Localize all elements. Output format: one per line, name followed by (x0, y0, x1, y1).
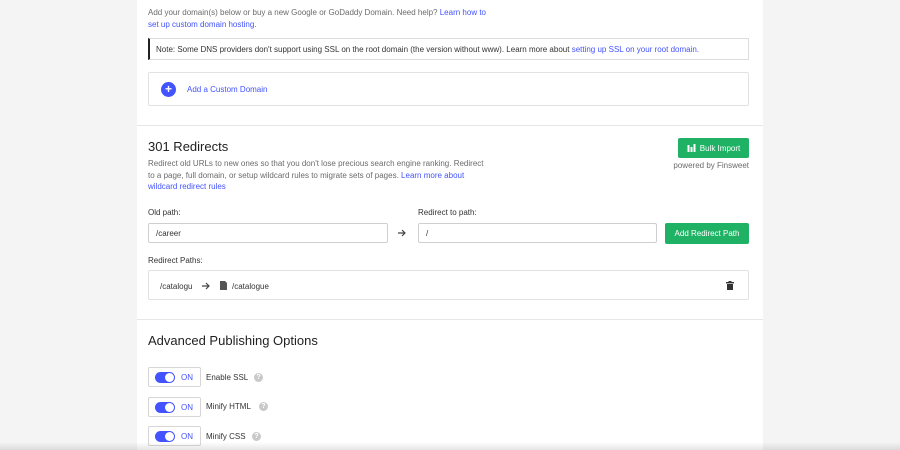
ssl-root-note: Note: Some DNS providers don't support u… (148, 38, 749, 60)
bulk-import-button[interactable]: Bulk Import (678, 138, 749, 158)
old-path-input[interactable]: /career (148, 223, 388, 243)
minify-html-label: Minify HTML (206, 402, 251, 411)
minify-html-toggle[interactable]: ON (148, 397, 201, 417)
toggle-state: ON (181, 403, 193, 412)
section-divider (137, 319, 763, 320)
enable-ssl-label: Enable SSL (206, 373, 249, 382)
toggle-switch[interactable] (155, 431, 175, 442)
arrow-right-icon (202, 282, 210, 290)
trash-icon[interactable] (726, 281, 734, 290)
help-icon[interactable]: ? (254, 373, 263, 382)
wildcard-rules-link-cont[interactable]: wildcard redirect rules (148, 182, 226, 191)
toggle-state: ON (181, 373, 193, 382)
powered-by-finsweet: powered by Finsweet (673, 161, 749, 170)
add-custom-domain-link[interactable]: Add a Custom Domain (187, 85, 267, 94)
enable-ssl-toggle[interactable]: ON (148, 367, 201, 387)
toggle-knob (165, 432, 174, 441)
toggle-knob (165, 373, 174, 382)
advanced-options-title: Advanced Publishing Options (148, 333, 318, 348)
redirect-paths-label: Redirect Paths: (148, 256, 203, 265)
section-divider (137, 125, 763, 126)
redirect-to-input[interactable]: / (418, 223, 657, 243)
wildcard-rules-link[interactable]: Learn more about (401, 171, 464, 180)
custom-domain-help-link[interactable]: Learn how to (440, 8, 486, 17)
help-icon[interactable]: ? (259, 402, 268, 411)
settings-panel: Add your domain(s) below or buy a new Go… (137, 0, 763, 450)
bulk-import-icon (687, 143, 696, 152)
page-icon (220, 281, 227, 290)
add-custom-domain-row[interactable]: + Add a Custom Domain (148, 72, 749, 106)
toggle-switch[interactable] (155, 402, 175, 413)
plus-icon[interactable]: + (161, 82, 176, 97)
old-path-label: Old path: (148, 208, 181, 217)
redirect-to-path: /catalogue (232, 282, 269, 291)
arrow-right-icon (398, 229, 406, 237)
toggle-knob (165, 403, 174, 412)
redirect-path-row: /catalogu /catalogue (148, 270, 749, 300)
domains-intro: Add your domain(s) below or buy a new Go… (148, 8, 486, 29)
toggle-state: ON (181, 432, 193, 441)
add-redirect-path-button[interactable]: Add Redirect Path (665, 223, 749, 244)
ssl-root-domain-link[interactable]: setting up SSL on your root domain. (572, 45, 699, 54)
custom-domain-help-link-cont[interactable]: set up custom domain hosting. (148, 20, 257, 29)
redirects-title: 301 Redirects (148, 139, 229, 154)
redirect-to-label: Redirect to path: (418, 208, 477, 217)
redirects-description: Redirect old URLs to new ones so that yo… (148, 159, 484, 191)
toggle-switch[interactable] (155, 372, 175, 383)
help-icon[interactable]: ? (252, 432, 261, 441)
bottom-shadow (0, 442, 900, 450)
redirect-from-path: /catalogu (160, 282, 193, 291)
minify-css-label: Minify CSS (206, 432, 246, 441)
